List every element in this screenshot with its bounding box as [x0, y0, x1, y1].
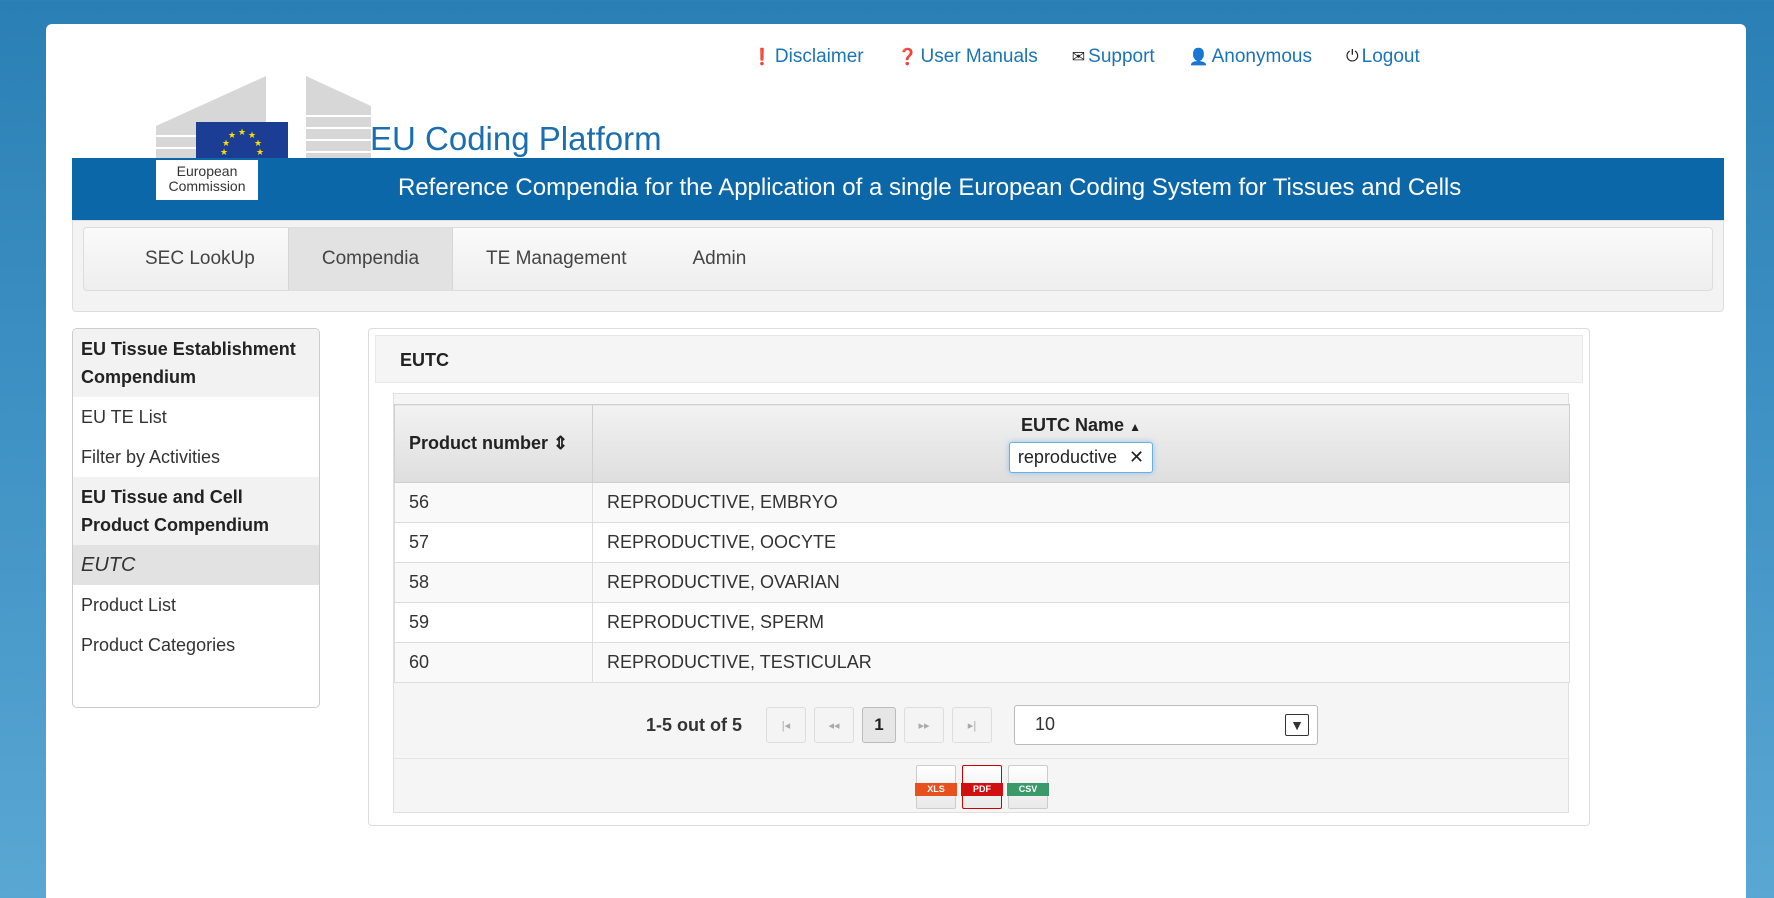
page-size-select[interactable]: 10 ▼ — [1014, 705, 1318, 745]
navigation-bar-container: SEC LookUp Compendia TE Management Admin — [72, 220, 1724, 312]
anonymous-label: Anonymous — [1211, 46, 1312, 67]
export-buttons: XLS PDF CSV — [394, 758, 1570, 814]
sidebar-item-eu-te-list[interactable]: EU TE List — [73, 397, 319, 437]
export-pdf-button[interactable]: PDF — [961, 764, 1003, 809]
export-xls-button[interactable]: XLS — [915, 764, 957, 809]
envelope-icon: ✉ — [1071, 49, 1086, 66]
next-page-button[interactable]: ▸▸ — [904, 707, 944, 743]
page-size-value: 10 — [1035, 714, 1056, 734]
eutc-name-filter-input[interactable]: reproductive ✕ — [1008, 441, 1154, 473]
user-manuals-label: User Manuals — [920, 46, 1038, 67]
cell-product-number: 59 — [394, 602, 593, 643]
page-card: ★★★ ★★★ ★★★ ★★★ ❗ Disclaimer ❓ User Manu… — [46, 24, 1746, 898]
table-row[interactable]: 56 REPRODUCTIVE, EMBRYO — [394, 482, 1570, 523]
column-header-eutc-name[interactable]: EUTC Name ▲ reproductive ✕ — [592, 404, 1570, 483]
sort-both-icon: ⇕ — [553, 433, 569, 453]
sidebar-group-tc-product-compendium: EU Tissue and Cell Product Compendium — [73, 477, 319, 545]
table-row[interactable]: 58 REPRODUCTIVE, OVARIAN — [394, 562, 1570, 603]
banner-text: Reference Compendia for the Application … — [398, 174, 1462, 201]
panel-title: EUTC — [375, 335, 1583, 383]
column-header-product-number[interactable]: Product number ⇕ — [394, 404, 593, 483]
eutc-table: Product number ⇕ EUTC Name ▲ reproductiv… — [394, 404, 1570, 683]
logout-link[interactable]: ⏻ Logout — [1346, 46, 1420, 68]
power-icon: ⏻ — [1345, 48, 1359, 65]
current-page-button[interactable]: 1 — [862, 707, 896, 743]
table-row[interactable]: 59 REPRODUCTIVE, SPERM — [394, 602, 1570, 643]
svg-text:★: ★ — [228, 131, 236, 141]
user-manuals-link[interactable]: ❓ User Manuals — [898, 46, 1038, 68]
banner: Reference Compendia for the Application … — [72, 158, 1724, 222]
sidebar-item-product-list[interactable]: Product List — [73, 585, 319, 625]
svg-text:★: ★ — [220, 148, 228, 158]
main-navigation: SEC LookUp Compendia TE Management Admin — [83, 227, 1713, 291]
eutc-panel: EUTC Product number ⇕ EUTC Name ▲ reprod… — [368, 328, 1590, 826]
table-row[interactable]: 60 REPRODUCTIVE, TESTICULAR — [394, 642, 1570, 683]
last-page-icon: ▸| — [967, 719, 977, 732]
nav-admin[interactable]: Admin — [659, 228, 779, 290]
cell-eutc-name: REPRODUCTIVE, OVARIAN — [592, 562, 1570, 603]
clear-filter-icon[interactable]: ✕ — [1129, 447, 1144, 468]
svg-text:★: ★ — [238, 128, 246, 138]
top-links: ❗ Disclaimer ❓ User Manuals ✉ Support 👤 … — [752, 46, 1420, 68]
first-page-button[interactable]: |◂ — [766, 707, 806, 743]
eutc-grid: Product number ⇕ EUTC Name ▲ reproductiv… — [393, 393, 1570, 814]
user-icon: 👤 — [1188, 49, 1209, 66]
question-circle-icon: ❓ — [897, 49, 918, 66]
sidebar: EU Tissue Establishment Compendium EU TE… — [72, 328, 320, 708]
filter-value: reproductive — [1017, 446, 1117, 467]
nav-te-management[interactable]: TE Management — [453, 228, 659, 290]
european-commission-label-box: European Commission — [156, 160, 258, 205]
export-csv-button[interactable]: CSV — [1007, 764, 1049, 809]
last-page-button[interactable]: ▸| — [952, 707, 992, 743]
disclaimer-link[interactable]: ❗ Disclaimer — [752, 46, 864, 68]
column-label-eutc-name: EUTC Name — [1021, 414, 1125, 435]
cell-product-number: 57 — [394, 522, 593, 563]
cell-product-number: 60 — [394, 642, 593, 683]
pdf-file-icon: PDF — [961, 782, 1003, 796]
table-row[interactable]: 57 REPRODUCTIVE, OOCYTE — [394, 522, 1570, 563]
pagination: 1-5 out of 5 |◂ ◂◂ 1 ▸▸ ▸| 10 ▼ — [394, 694, 1570, 756]
pagination-count: 1-5 out of 5 — [645, 714, 742, 735]
cell-eutc-name: REPRODUCTIVE, EMBRYO — [592, 482, 1570, 523]
csv-file-icon: CSV — [1007, 782, 1049, 796]
cell-eutc-name: REPRODUCTIVE, TESTICULAR — [592, 642, 1570, 683]
org-name-line1-box: European — [176, 163, 238, 179]
support-label: Support — [1088, 46, 1155, 67]
first-page-icon: |◂ — [781, 719, 791, 732]
nav-compendia[interactable]: Compendia — [287, 228, 454, 290]
disclaimer-label: Disclaimer — [774, 46, 864, 67]
column-label-product-number: Product number — [409, 433, 549, 453]
org-name-line2-box: Commission — [168, 178, 246, 194]
sidebar-group-te-compendium: EU Tissue Establishment Compendium — [73, 329, 319, 397]
previous-page-button[interactable]: ◂◂ — [814, 707, 854, 743]
sort-asc-icon: ▲ — [1129, 419, 1141, 434]
anonymous-user-link[interactable]: 👤 Anonymous — [1189, 46, 1312, 68]
chevron-down-icon: ▼ — [1285, 714, 1309, 736]
cell-product-number: 56 — [394, 482, 593, 523]
previous-page-icon: ◂◂ — [828, 719, 840, 732]
xls-file-icon: XLS — [915, 782, 957, 796]
cell-eutc-name: REPRODUCTIVE, SPERM — [592, 602, 1570, 643]
cell-product-number: 58 — [394, 562, 593, 603]
nav-sec-lookup[interactable]: SEC LookUp — [112, 228, 288, 290]
logout-label: Logout — [1361, 46, 1420, 67]
sidebar-item-filter-by-activities[interactable]: Filter by Activities — [73, 437, 319, 477]
support-link[interactable]: ✉ Support — [1072, 46, 1155, 68]
sidebar-item-product-categories[interactable]: Product Categories — [73, 625, 319, 665]
exclamation-circle-icon: ❗ — [752, 49, 772, 66]
sidebar-item-eutc[interactable]: EUTC — [73, 545, 319, 585]
cell-eutc-name: REPRODUCTIVE, OOCYTE — [592, 522, 1570, 563]
app-title: EU Coding Platform — [370, 120, 662, 157]
next-page-icon: ▸▸ — [918, 719, 930, 732]
